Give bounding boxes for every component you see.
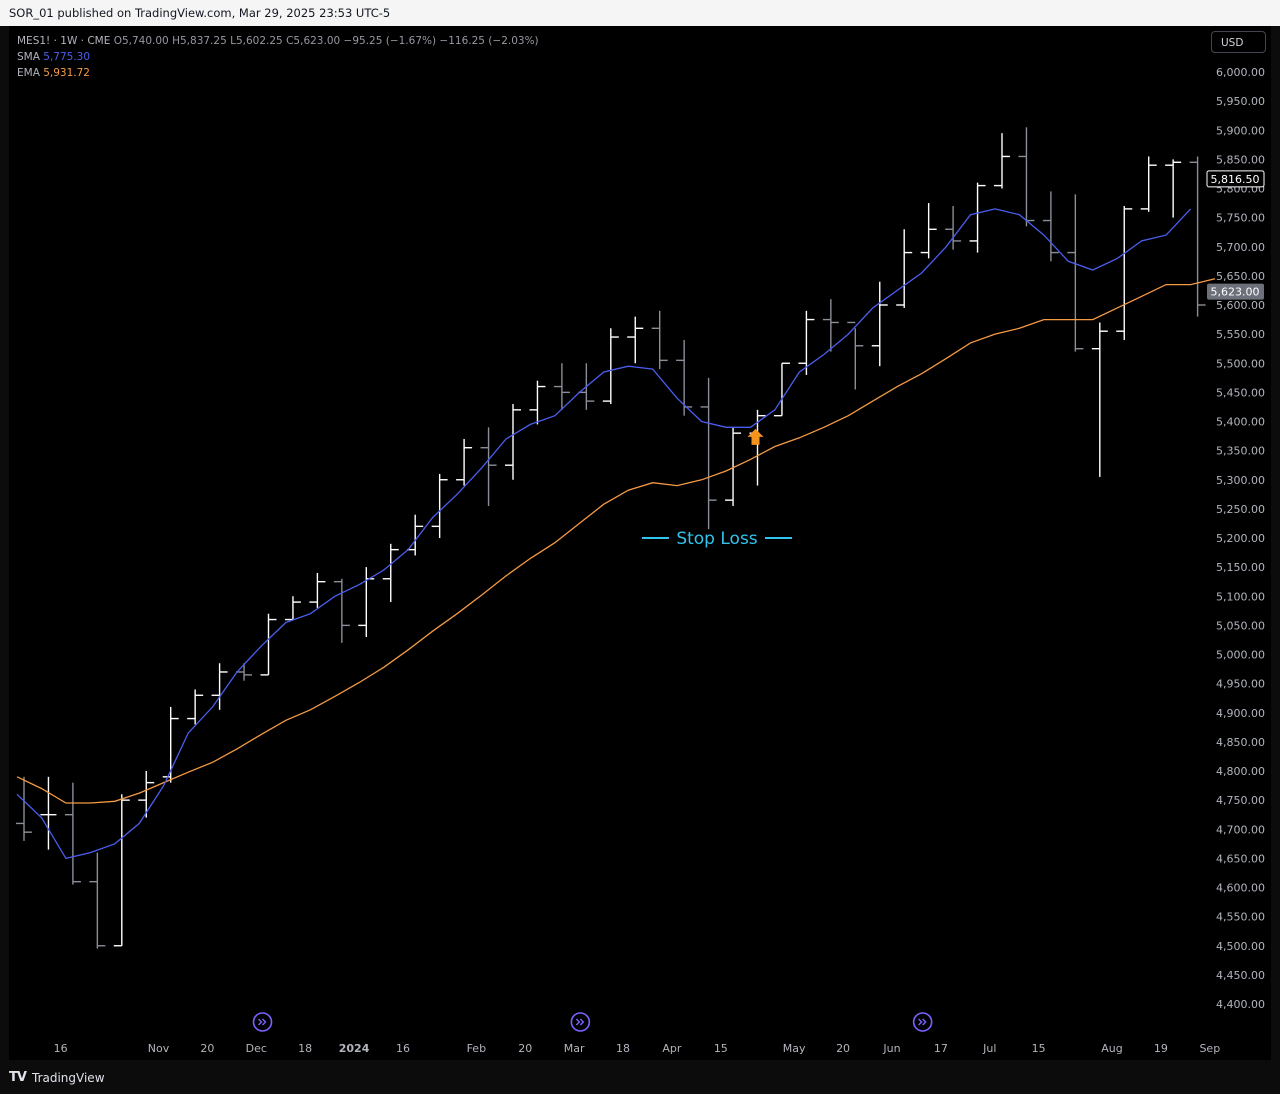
- sma-price-label: 5,816.50: [1211, 173, 1260, 186]
- x-tick-label: 17: [934, 1042, 948, 1055]
- ohlc-high: 5,837.25: [180, 35, 227, 47]
- y-tick-label: 4,450.00: [1216, 969, 1265, 982]
- y-tick-label: 5,450.00: [1216, 386, 1265, 399]
- sma-line: [16, 208, 1192, 860]
- x-tick-label: 15: [714, 1042, 728, 1055]
- x-tick-label: 15: [1032, 1042, 1046, 1055]
- x-tick-label: 2024: [339, 1042, 370, 1055]
- y-tick-label: 6,000.00: [1216, 66, 1265, 79]
- legend-sma-row[interactable]: SMA 5,775.30: [17, 49, 539, 65]
- y-tick-label: 5,750.00: [1216, 212, 1265, 225]
- y-tick-label: 5,950.00: [1216, 95, 1265, 108]
- x-tick-label: Sep: [1199, 1042, 1220, 1055]
- y-tick-label: 4,600.00: [1216, 882, 1265, 895]
- chart-legend: MES1! · 1W · CME O5,740.00 H5,837.25 L5,…: [17, 33, 539, 81]
- y-tick-label: 4,750.00: [1216, 794, 1265, 807]
- stop-loss-label: Stop Loss: [676, 529, 757, 549]
- x-tick-label: Feb: [467, 1042, 486, 1055]
- y-tick-label: 5,300.00: [1216, 474, 1265, 487]
- event-chevron-icon: [258, 1018, 267, 1026]
- published-header: SOR_01 published on TradingView.com, Mar…: [0, 0, 1280, 26]
- x-tick-label: 19: [1154, 1042, 1168, 1055]
- y-tick-label: 5,700.00: [1216, 241, 1265, 254]
- x-tick-label: 20: [518, 1042, 532, 1055]
- event-marker-icon: [570, 1012, 591, 1032]
- ohlc-change-2: −116.25 (−2.03%): [439, 35, 539, 47]
- x-tick-label: Apr: [662, 1042, 682, 1055]
- y-tick-label: 5,050.00: [1216, 619, 1265, 632]
- legend-ema-row[interactable]: EMA 5,931.72: [17, 65, 539, 81]
- ohlc-open: 5,740.00: [121, 35, 169, 47]
- published-line: SOR_01 published on TradingView.com, Mar…: [9, 6, 391, 20]
- event-chevron-icon: [918, 1018, 927, 1026]
- y-tick-label: 5,600.00: [1216, 299, 1265, 312]
- legend-symbol-row[interactable]: MES1! · 1W · CME O5,740.00 H5,837.25 L5,…: [17, 33, 539, 49]
- sma-value: 5,775.30: [43, 51, 91, 63]
- brand-label[interactable]: TradingView: [32, 1071, 105, 1085]
- up-arrow-icon: [747, 428, 764, 445]
- y-tick-label: 5,000.00: [1216, 649, 1265, 662]
- ohlc-o-label: O: [113, 35, 122, 47]
- y-tick-label: 5,150.00: [1216, 561, 1265, 574]
- currency-button[interactable]: USD: [1211, 31, 1266, 53]
- x-tick-label: 20: [836, 1042, 850, 1055]
- x-tick-label: 16: [54, 1042, 68, 1055]
- ohlc-low: 5,602.25: [235, 35, 283, 47]
- y-tick-label: 5,350.00: [1216, 445, 1265, 458]
- chart-frame[interactable]: 6,000.00 5,950.00 5,900.00 5,850.00 5,800.00…: [9, 26, 1271, 1060]
- x-tick-label: Jul: [982, 1042, 996, 1055]
- y-tick-label: 5,650.00: [1216, 270, 1265, 283]
- y-tick-label: 4,700.00: [1216, 823, 1265, 836]
- price-chart[interactable]: 6,000.005,950.005,900.005,850.005,800.00…: [9, 26, 1271, 1060]
- x-tick-label: 18: [616, 1042, 630, 1055]
- event-marker-icon: [252, 1012, 273, 1032]
- x-tick-label: Jun: [882, 1042, 900, 1055]
- event-marker-icon: [912, 1012, 933, 1032]
- y-tick-label: 4,500.00: [1216, 940, 1265, 953]
- y-tick-label: 5,550.00: [1216, 328, 1265, 341]
- ohlc-h-label: H: [172, 35, 180, 47]
- y-tick-label: 5,200.00: [1216, 532, 1265, 545]
- y-tick-label: 4,650.00: [1216, 852, 1265, 865]
- y-tick-label: 5,850.00: [1216, 153, 1265, 166]
- x-tick-label: Nov: [148, 1042, 170, 1055]
- y-tick-label: 5,500.00: [1216, 357, 1265, 370]
- y-tick-label: 4,400.00: [1216, 998, 1265, 1011]
- y-tick-label: 4,900.00: [1216, 707, 1265, 720]
- y-tick-label: 4,550.00: [1216, 911, 1265, 924]
- y-tick-label: 5,250.00: [1216, 503, 1265, 516]
- y-tick-label: 4,950.00: [1216, 678, 1265, 691]
- y-tick-label: 5,400.00: [1216, 416, 1265, 429]
- event-chevron-icon: [575, 1018, 585, 1026]
- x-tick-label: May: [783, 1042, 806, 1055]
- last-price-label: 5,623.00: [1211, 286, 1260, 299]
- x-tick-label: 18: [298, 1042, 312, 1055]
- tradingview-logo-icon[interactable]: TV: [9, 1070, 27, 1085]
- x-tick-label: Aug: [1101, 1042, 1122, 1055]
- symbol-label[interactable]: MES1! · 1W · CME: [17, 35, 110, 47]
- ohlc-close: 5,623.00: [293, 35, 341, 47]
- x-tick-label: Dec: [246, 1042, 267, 1055]
- y-tick-label: 5,900.00: [1216, 124, 1265, 137]
- sma-label[interactable]: SMA: [17, 51, 40, 63]
- y-tick-label: 4,800.00: [1216, 765, 1265, 778]
- footer: TV TradingView: [0, 1060, 1280, 1094]
- y-tick-label: 4,850.00: [1216, 736, 1265, 749]
- y-tick-label: 5,100.00: [1216, 590, 1265, 603]
- ema-label[interactable]: EMA: [17, 67, 40, 79]
- ohlc-change: −95.25 (−1.67%): [343, 35, 437, 47]
- x-tick-label: Mar: [564, 1042, 585, 1055]
- x-tick-label: 16: [396, 1042, 410, 1055]
- ema-value: 5,931.72: [43, 67, 90, 79]
- x-tick-label: 20: [200, 1042, 214, 1055]
